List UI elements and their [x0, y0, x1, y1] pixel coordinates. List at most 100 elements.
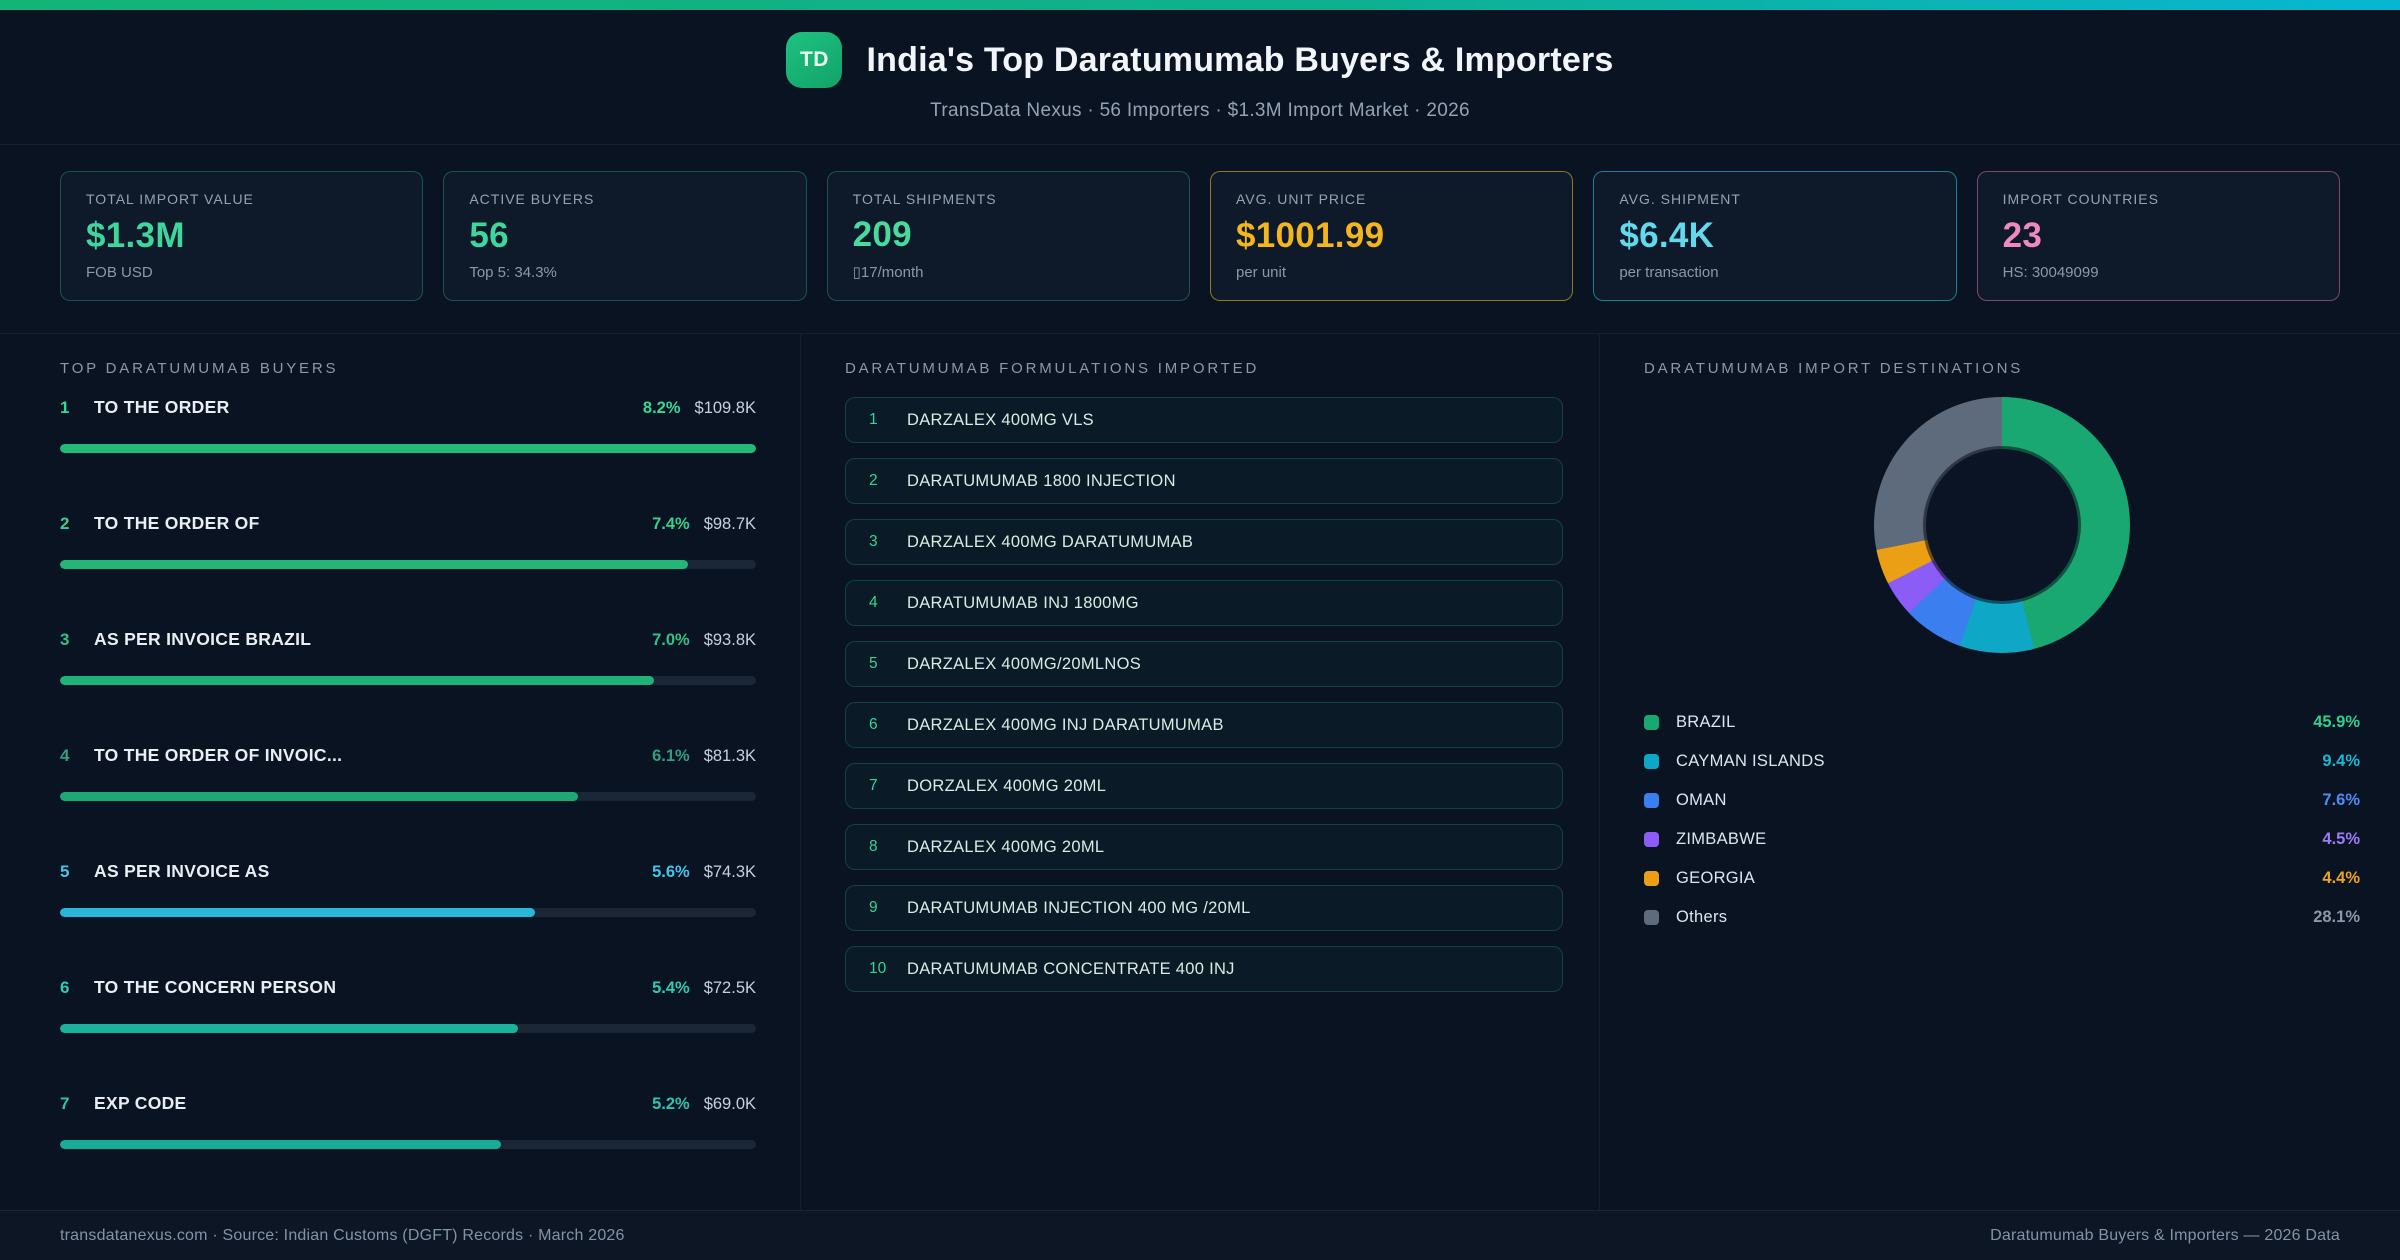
stat-sublabel: per transaction [1619, 264, 1719, 281]
legend-label: ZIMBABWE [1676, 830, 1767, 848]
buyer-row: 3 AS PER INVOICE BRAZIL 7.0% $93.8K [60, 629, 756, 685]
formulation-name: DARZALEX 400MG INJ DARATUMUMAB [907, 715, 1224, 734]
buyer-bar-fill [60, 1024, 519, 1033]
buyer-name: TO THE ORDER OF INVOIC... [94, 745, 343, 765]
header-title-row: TD India's Top Daratumumab Buyers & Impo… [786, 32, 1613, 88]
formulation-rank: 6 [869, 716, 878, 733]
buyer-name: TO THE ORDER [94, 397, 230, 417]
legend-percent: 45.9% [2313, 713, 2360, 731]
formulation-name: DARZALEX 400MG 20ML [907, 837, 1105, 856]
buyer-bar-fill [60, 676, 655, 685]
formulation-rank: 10 [869, 960, 887, 977]
formulation-rank: 3 [869, 533, 878, 550]
stat-label: TOTAL IMPORT VALUE [86, 191, 254, 207]
formulation-row: 8 DARZALEX 400MG 20ML [845, 824, 1563, 870]
td-logo-badge: TD [786, 32, 843, 88]
stat-sublabel: HS: 30049099 [2002, 264, 2099, 281]
stat-card-import-countries: IMPORT COUNTRIES 23 HS: 30049099 [1976, 171, 2340, 301]
donut-hole [1926, 449, 2078, 601]
stat-label: AVG. UNIT PRICE [1235, 191, 1367, 207]
buyer-rank: 5 [60, 862, 70, 881]
stat-label: ACTIVE BUYERS [469, 191, 595, 207]
main-content: TOP DARATUMUMAB BUYERS 1 TO THE ORDER 8.… [0, 333, 2400, 1210]
stat-value: $6.4K [1619, 215, 1715, 255]
legend-item: BRAZIL 45.9% [1644, 703, 2360, 742]
buyer-bar-fill [60, 560, 689, 569]
buyer-bar-fill [60, 908, 536, 917]
buyer-value: $72.5K [703, 979, 756, 997]
formulation-name: DARZALEX 400MG VLS [907, 410, 1094, 429]
buyer-bar-track [60, 1024, 756, 1033]
formulation-name: DARATUMUMAB 1800 INJECTION [907, 471, 1176, 490]
buyer-row: 1 TO THE ORDER 8.2% $109.8K [60, 397, 756, 453]
formulation-row: 7 DORZALEX 400MG 20ML [845, 763, 1563, 809]
buyer-bar-track [60, 792, 756, 801]
formulation-rank: 2 [869, 472, 878, 489]
stat-card-total-import-value: TOTAL IMPORT VALUE $1.3M FOB USD [60, 171, 424, 301]
formulation-rank: 4 [869, 594, 878, 611]
buyer-row: 6 TO THE CONCERN PERSON 5.4% $72.5K [60, 977, 756, 1033]
legend-percent: 28.1% [2313, 908, 2360, 926]
buyer-percent: 8.2% [642, 399, 681, 417]
legend-percent: 4.4% [2322, 869, 2360, 887]
stat-value: 56 [469, 215, 509, 255]
stat-card-avg-unit-price: AVG. UNIT PRICE $1001.99 per unit [1209, 171, 1574, 301]
buyer-value: $98.7K [703, 515, 756, 533]
formulation-name: DORZALEX 400MG 20ML [907, 776, 1107, 795]
header: TD India's Top Daratumumab Buyers & Impo… [0, 10, 2400, 145]
panel-title-destinations: DARATUMUMAB IMPORT DESTINATIONS [1644, 360, 2024, 377]
buyer-value: $81.3K [703, 747, 756, 765]
stat-sublabel: per unit [1235, 264, 1287, 281]
formulation-row: 5 DARZALEX 400MG/20MLNOS [845, 641, 1563, 687]
legend-swatch [1644, 754, 1659, 769]
formulation-row: 6 DARZALEX 400MG INJ DARATUMUMAB [845, 702, 1563, 748]
footer: transdatanexus.com · Source: Indian Cust… [0, 1210, 2400, 1260]
formulation-name: DARZALEX 400MG/20MLNOS [907, 654, 1142, 673]
stat-sublabel: FOB USD [86, 264, 153, 281]
panel-import-destinations: DARATUMUMAB IMPORT DESTINATIONS BRAZIL 4… [1600, 334, 2400, 1210]
formulation-row: 4 DARATUMUMAB INJ 1800MG [845, 580, 1563, 626]
buyer-bar-fill [60, 444, 756, 453]
legend-percent: 9.4% [2322, 752, 2360, 770]
dashboard-page: TD India's Top Daratumumab Buyers & Impo… [0, 0, 2400, 1260]
buyer-rank: 3 [60, 630, 70, 649]
formulation-row: 1 DARZALEX 400MG VLS [845, 397, 1563, 443]
formulation-rank: 8 [869, 838, 878, 855]
legend-item: CAYMAN ISLANDS 9.4% [1644, 742, 2360, 781]
panel-formulations: DARATUMUMAB FORMULATIONS IMPORTED 1 DARZ… [800, 334, 1600, 1210]
stat-value: $1.3M [86, 215, 185, 255]
buyer-percent: 7.4% [652, 515, 690, 533]
buyer-value: $109.8K [694, 399, 756, 417]
legend-item: Others 28.1% [1644, 898, 2360, 937]
buyer-rank: 1 [60, 398, 70, 417]
panel-title-top-buyers: TOP DARATUMUMAB BUYERS [60, 360, 339, 377]
buyer-bar-track [60, 560, 756, 569]
buyer-value: $69.0K [703, 1095, 756, 1113]
formulation-rank: 1 [869, 411, 878, 428]
stat-card-row: TOTAL IMPORT VALUE $1.3M FOB USD ACTIVE … [0, 145, 2400, 301]
buyer-row: 2 TO THE ORDER OF 7.4% $98.7K [60, 513, 756, 569]
legend-swatch [1644, 871, 1659, 886]
panel-title-formulations: DARATUMUMAB FORMULATIONS IMPORTED [845, 360, 1260, 377]
buyer-name: TO THE ORDER OF [94, 513, 260, 533]
legend-item: ZIMBABWE 4.5% [1644, 820, 2360, 859]
page-title: India's Top Daratumumab Buyers & Importe… [866, 40, 1614, 79]
stat-sublabel: Top 5: 34.3% [469, 264, 557, 281]
stat-value: 23 [2002, 215, 2043, 255]
stat-label: TOTAL SHIPMENTS [852, 191, 997, 207]
legend-label: OMAN [1676, 791, 1727, 809]
buyer-bar-track [60, 444, 756, 453]
buyer-bar-fill [60, 792, 578, 801]
formulation-rank: 5 [869, 655, 878, 672]
buyer-row: 5 AS PER INVOICE AS 5.6% $74.3K [60, 861, 756, 917]
footer-report-text: Daratumumab Buyers & Importers — 2026 Da… [1990, 1226, 2340, 1244]
formulation-row: 10 DARATUMUMAB CONCENTRATE 400 INJ [845, 946, 1563, 992]
stat-card-avg-shipment: AVG. SHIPMENT $6.4K per transaction [1593, 171, 1957, 301]
stat-value: $1001.99 [1235, 215, 1385, 255]
legend-item: OMAN 7.6% [1644, 781, 2360, 820]
legend-label: CAYMAN ISLANDS [1676, 752, 1825, 770]
formulation-name: DARATUMUMAB INJECTION 400 MG /20ML [907, 898, 1251, 917]
stat-value: 209 [852, 215, 912, 254]
buyer-percent: 5.6% [652, 863, 690, 881]
stat-label: AVG. SHIPMENT [1619, 191, 1741, 207]
